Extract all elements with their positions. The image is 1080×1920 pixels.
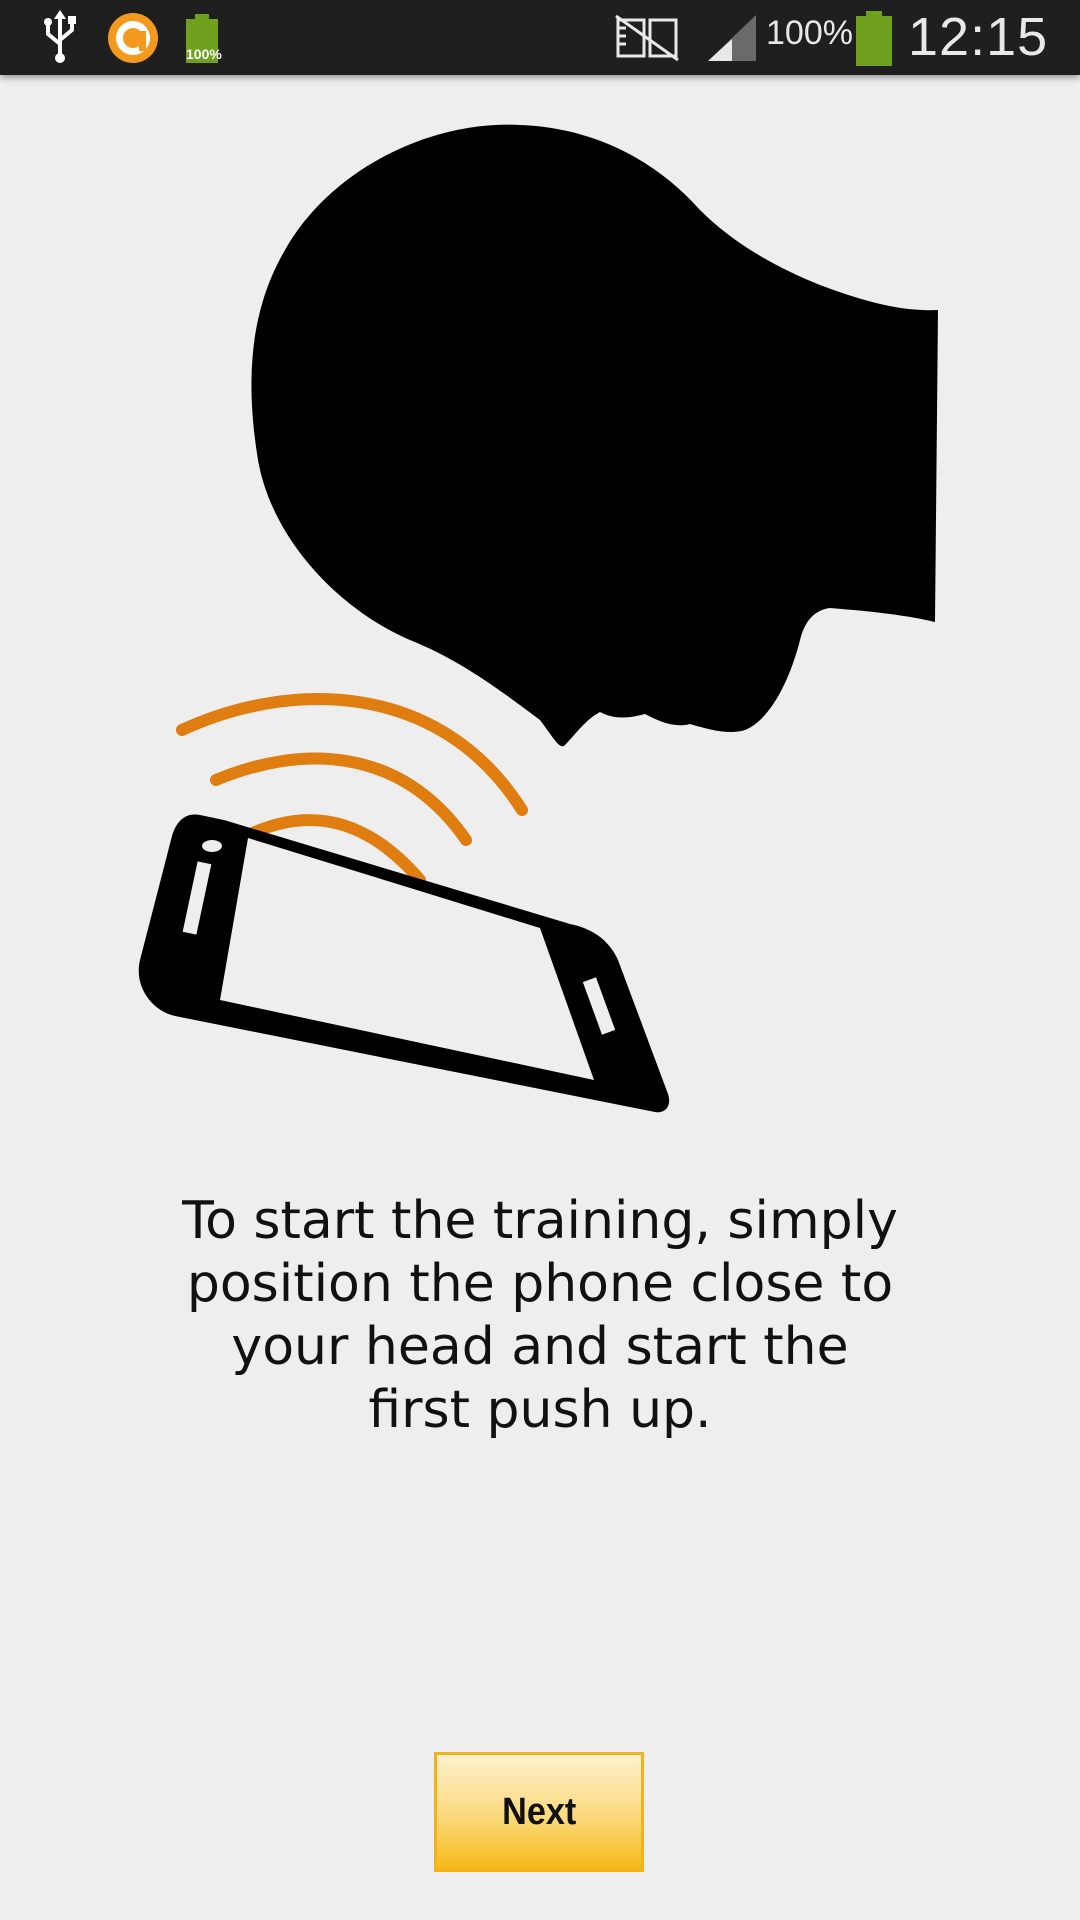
clock-time: 12:15 (908, 7, 1049, 67)
screen: 100% 100% 12:15 To start the training, s… (0, 0, 1080, 1920)
head-silhouette-icon (251, 124, 938, 747)
usb-icon (40, 0, 80, 75)
app-notification-icon (106, 0, 160, 75)
battery-small-icon (182, 0, 222, 75)
no-sim-icon (614, 0, 680, 75)
battery-percent-text: 100% (766, 14, 853, 52)
next-button-label: Next (501, 1790, 577, 1833)
next-button[interactable]: Next (434, 1752, 644, 1872)
battery-icon (854, 0, 894, 75)
instruction-text: To start the training, simply position t… (182, 1191, 898, 1440)
pushup-illustration (0, 90, 1080, 1120)
status-bar: 100% 100% 12:15 (0, 0, 1080, 75)
signal-icon (706, 0, 758, 75)
small-battery-text: 100% (186, 46, 222, 62)
